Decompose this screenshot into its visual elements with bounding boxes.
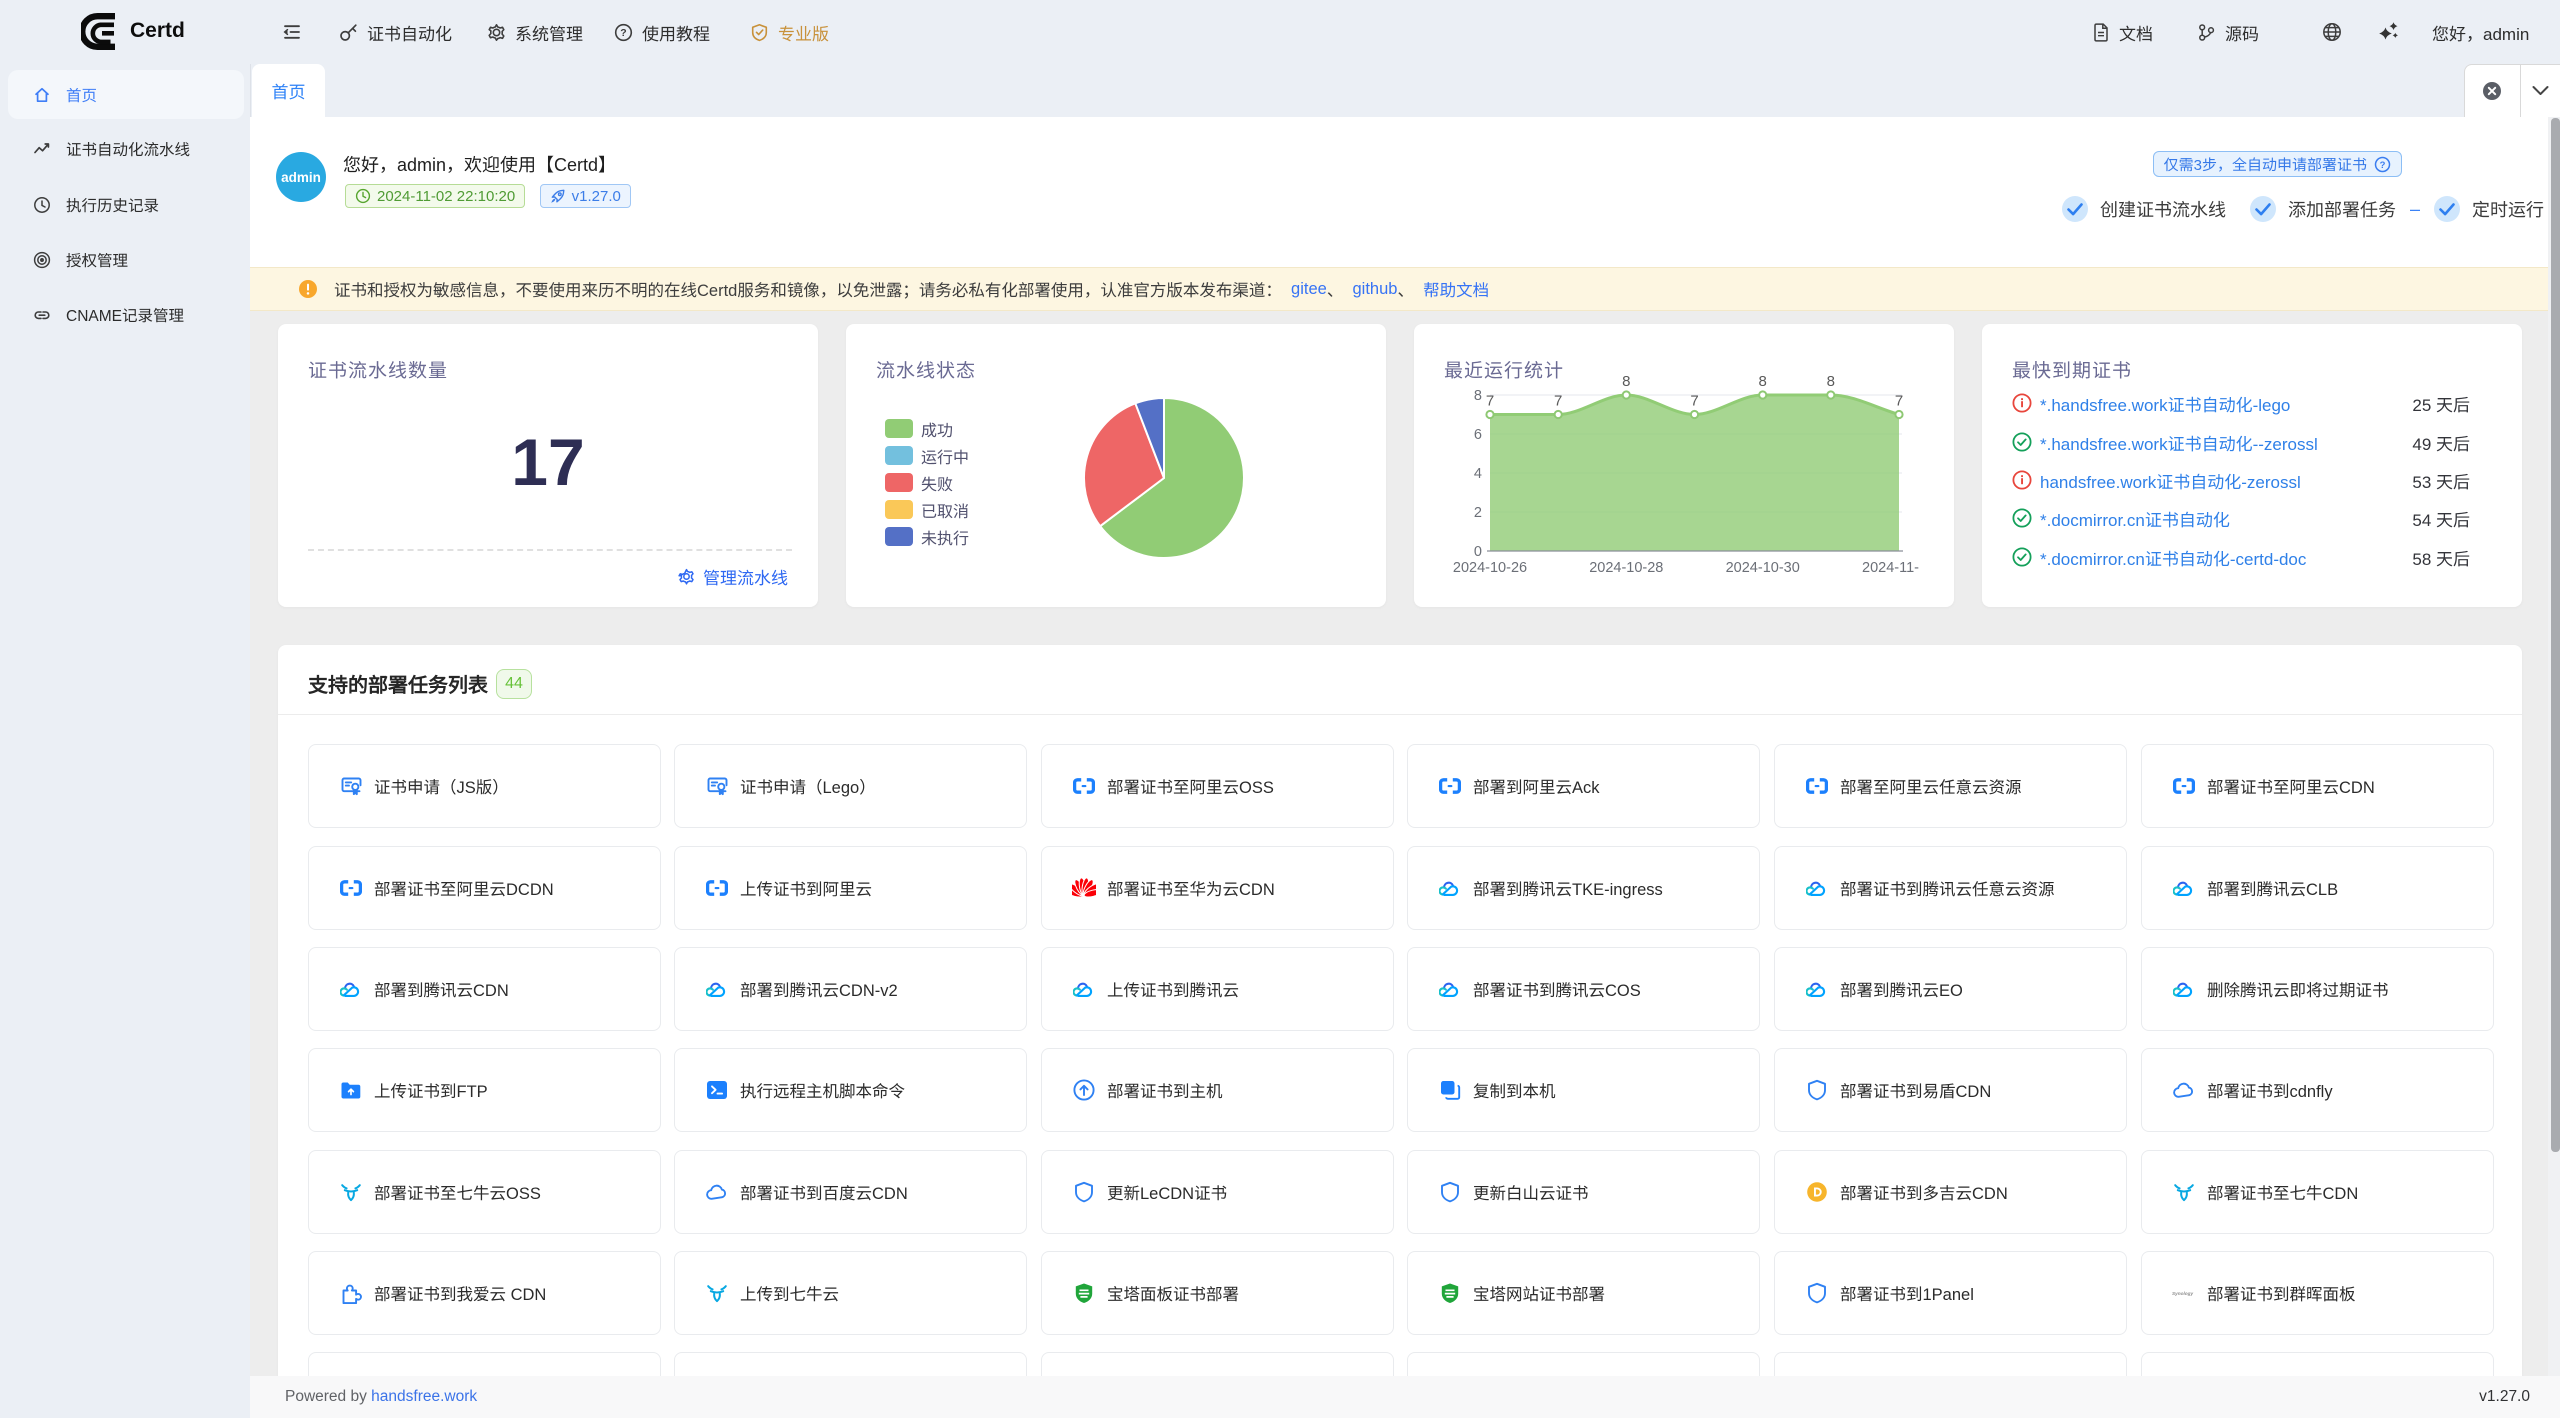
svg-text:7: 7 (1486, 393, 1494, 410)
svg-text:2024-10-28: 2024-10-28 (1589, 560, 1663, 576)
svg-text:2: 2 (1474, 505, 1482, 521)
svg-text:6: 6 (1474, 427, 1482, 443)
svg-text:8: 8 (1474, 388, 1482, 404)
svg-text:7: 7 (1554, 393, 1562, 410)
svg-text:8: 8 (1622, 373, 1630, 390)
svg-text:2024-10-30: 2024-10-30 (1726, 560, 1800, 576)
svg-text:4: 4 (1474, 466, 1482, 482)
svg-text:0: 0 (1474, 544, 1482, 560)
svg-text:8: 8 (1759, 373, 1767, 390)
svg-text:Synology: Synology (2172, 1291, 2193, 1296)
svg-text:2024-10-26: 2024-10-26 (1453, 560, 1527, 576)
svg-text:7: 7 (1895, 393, 1903, 410)
svg-text:?: ? (620, 27, 626, 39)
svg-text:8: 8 (1827, 373, 1835, 390)
svg-text:?: ? (2380, 160, 2386, 171)
svg-text:7: 7 (1690, 393, 1698, 410)
svg-text:2024-11-: 2024-11- (1862, 560, 1919, 576)
